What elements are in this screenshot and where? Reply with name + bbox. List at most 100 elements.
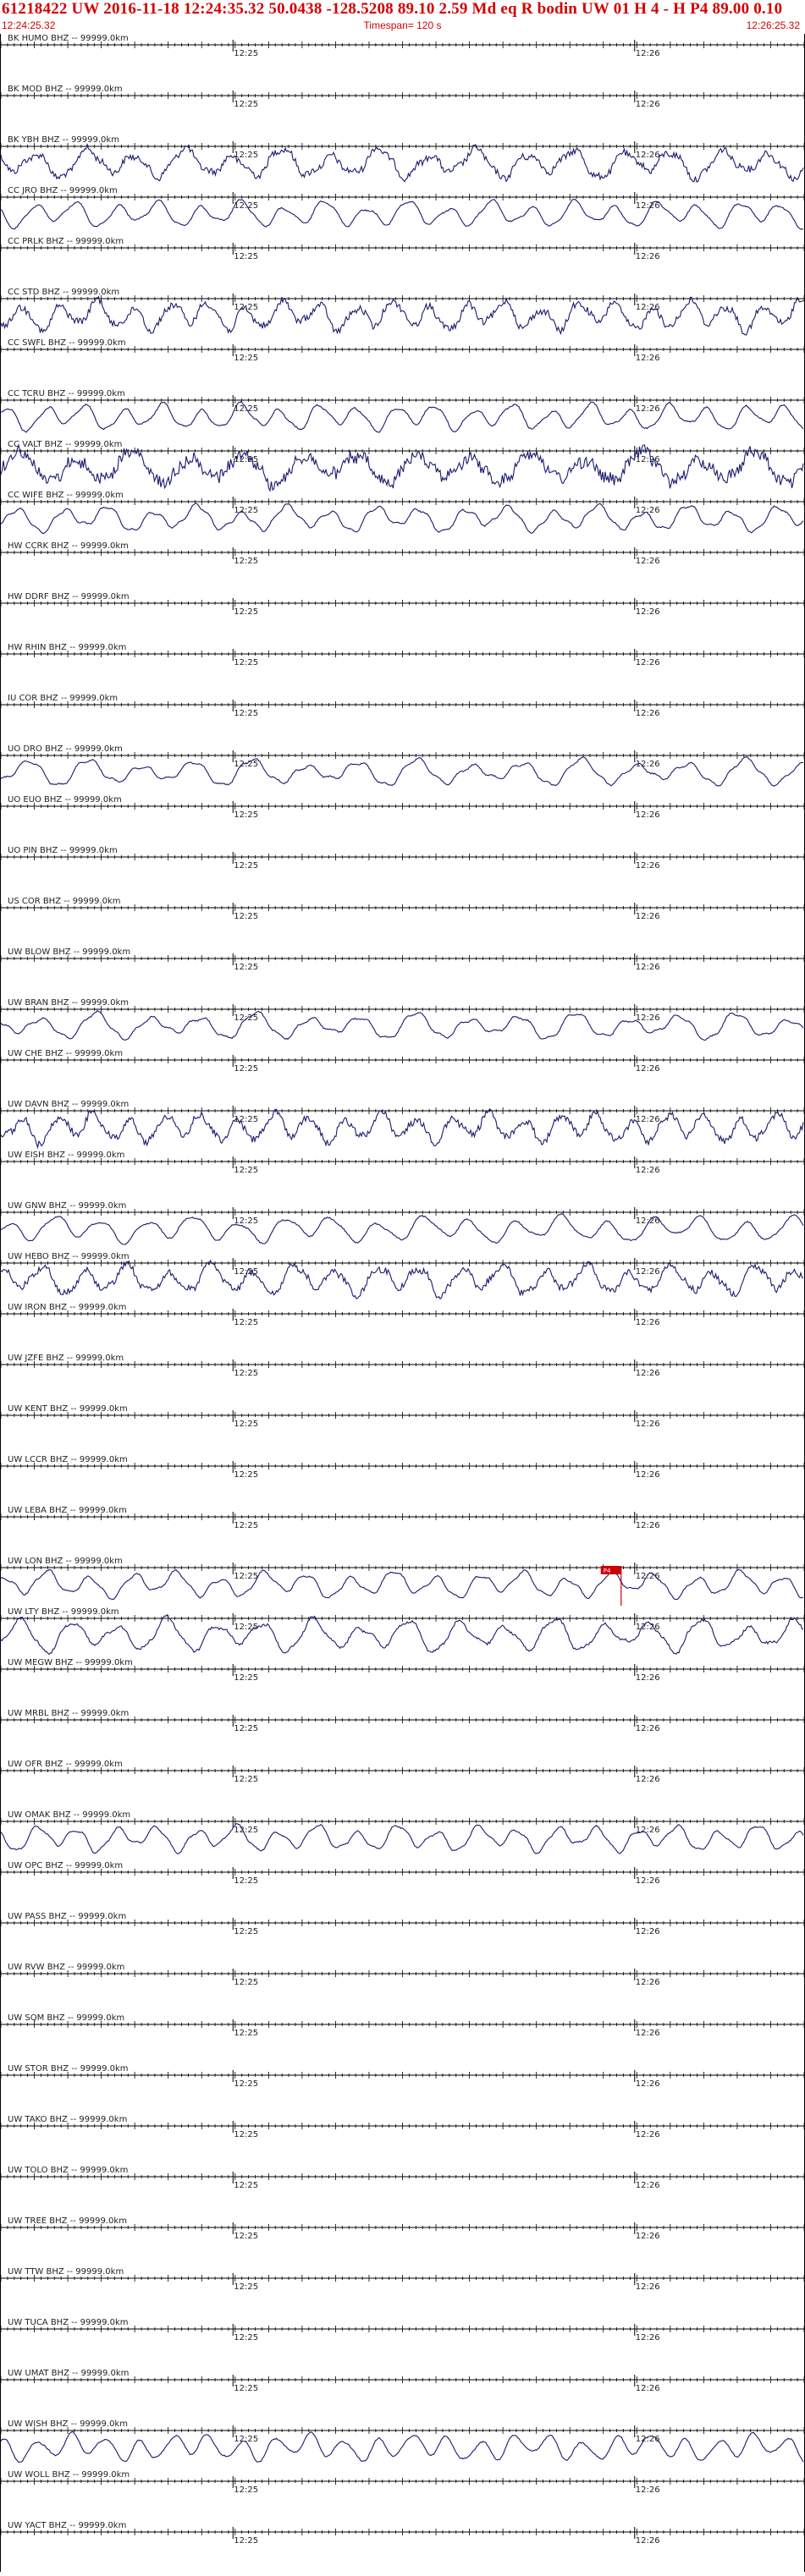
waveform-trace <box>1 402 803 433</box>
time-tick-label: 12:26 <box>636 1064 660 1074</box>
channel-label: UW GNW BHZ -- 99999.0km <box>8 1201 126 1211</box>
time-tick-label: 12:26 <box>636 861 660 871</box>
channel-row: 12:2512:26UW MRBL BHZ -- 99999.0km <box>1 1709 804 1733</box>
time-tick-label: 12:26 <box>636 963 660 972</box>
time-tick-label: 12:26 <box>636 1876 660 1886</box>
time-tick-label: 12:26 <box>636 1318 660 1327</box>
time-tick-label: 12:26 <box>636 709 660 718</box>
channel-row: 12:2512:26HW CCRK BHZ -- 99999.0km <box>1 541 804 566</box>
channel-label: UW IRON BHZ -- 99999.0km <box>8 1303 127 1312</box>
time-tick-label: 12:26 <box>636 1267 660 1277</box>
time-tick-label: 12:26 <box>636 1623 660 1632</box>
channel-row: 12:2512:26BK MOD BHZ -- 99999.0km <box>1 85 804 109</box>
time-tick-label: 12:26 <box>636 1673 660 1683</box>
waveform-trace <box>1 1261 803 1299</box>
time-tick-label: 12:26 <box>636 252 660 261</box>
time-tick-label: 12:26 <box>636 151 660 160</box>
channel-row: 12:25 12:26 UW IRON BHZ -- 99999.0km <box>1 1303 804 1327</box>
channel-label: HW DDRF BHZ -- 99999.0km <box>8 592 130 601</box>
channel-label: HW CCRK BHZ -- 99999.0km <box>8 541 129 551</box>
time-tick-label: 12:26 <box>636 1826 660 1835</box>
channel-row: 12:2512:26UO PIN BHZ -- 99999.0km <box>1 846 804 871</box>
channel-label: IU COR BHZ -- 99999.0km <box>8 694 118 703</box>
time-tick-label: 12:26 <box>636 455 660 464</box>
time-tick-label: 12:25 <box>234 1217 258 1226</box>
waveform-trace <box>1 1011 803 1041</box>
time-tick-label: 12:25 <box>234 1876 258 1886</box>
timespan-label: Timespan= 120 s <box>0 19 805 31</box>
channel-row: 12:2512:26CC PRLK BHZ -- 99999.0km <box>1 237 804 261</box>
time-tick-label: 12:25 <box>234 201 258 211</box>
channel-label: BK YBH BHZ -- 99999.0km <box>8 135 119 145</box>
waveform-trace <box>1 200 803 230</box>
time-tick-label: 12:26 <box>636 1115 660 1124</box>
time-tick-label: 12:25 <box>234 1521 258 1530</box>
time-tick-label: 12:25 <box>234 506 258 515</box>
channel-label: CC WIFE BHZ -- 99999.0km <box>8 491 124 500</box>
time-tick-label: 12:26 <box>636 49 660 58</box>
time-tick-label: 12:25 <box>234 252 258 261</box>
waveform-trace <box>1 1109 803 1147</box>
channel-row: 12:2512:26CC WIFE BHZ -- 99999.0km <box>1 491 804 534</box>
channel-label: UW HEBO BHZ -- 99999.0km <box>8 1252 130 1261</box>
time-tick-label: 12:26 <box>636 607 660 617</box>
time-tick-label: 12:26 <box>636 1420 660 1429</box>
time-tick-label: 12:26 <box>636 1927 660 1936</box>
channel-row: 12:2512:26UW LON BHZ -- 99999.0km <box>1 1557 804 1600</box>
time-tick-label: 12:25 <box>234 963 258 972</box>
channel-row: 12:2512:26UW JZFE BHZ -- 99999.0km <box>1 1354 804 1378</box>
time-tick-label: 12:26 <box>636 1521 660 1530</box>
waveform-trace <box>1 297 803 335</box>
seismogram-chart: 12:2512:26BK HUMO BHZ -- 99999.0km12:251… <box>1 34 804 2572</box>
channel-label: UW MRBL BHZ -- 99999.0km <box>8 1709 129 1718</box>
time-tick-label: 12:25 <box>234 912 258 921</box>
time-tick-label: 12:26 <box>636 912 660 921</box>
channel-row: 12:2512:26UW EISH BHZ -- 99999.0km <box>1 1151 804 1175</box>
time-tick-label: 12:25 <box>234 1318 258 1327</box>
time-tick-label: 12:26 <box>636 1013 660 1023</box>
time-tick-label: 12:25 <box>234 760 258 769</box>
time-tick-label: 12:26 <box>636 354 660 363</box>
time-tick-label: 12:25 <box>234 1775 258 1784</box>
pick-marker: P4 <box>601 1566 621 1606</box>
time-tick-label: 12:25 <box>234 1369 258 1378</box>
time-tick-label: 12:26 <box>636 100 660 109</box>
time-tick-label: 12:25 <box>234 151 258 160</box>
channel-row: 12:2512:26UW KENT BHZ -- 99999.0km <box>1 1404 804 1429</box>
channel-label: UW DAVN BHZ -- 99999.0km <box>8 1100 129 1109</box>
channel-row: 12:2512:26UW HEBO BHZ -- 99999.0km <box>1 1252 804 1299</box>
channel-label: UW LTY BHZ -- 99999.0km <box>8 1607 119 1617</box>
waveform-trace <box>1 1569 803 1599</box>
time-tick-label: 12:26 <box>636 1775 660 1784</box>
channel-label: CC JRO BHZ -- 99999.0km <box>8 186 118 195</box>
time-tick-label: 12:25 <box>234 354 258 363</box>
waveform-trace <box>1 757 803 787</box>
waveform-trace <box>1 1824 803 1854</box>
channel-row: 12:2512:26HW RHIN BHZ -- 99999.0km <box>1 643 804 667</box>
time-tick-label: 12:26 <box>636 760 660 769</box>
channel-label: UW BRAN BHZ -- 99999.0km <box>8 998 129 1008</box>
channel-row: 12:25 12:26 BK HUMO BHZ -- 99999.0km <box>1 34 804 58</box>
time-tick-label: 12:26 <box>636 303 660 312</box>
channel-row: 12:2512:26UW DAVN BHZ -- 99999.0km <box>1 1100 804 1147</box>
time-tick-label: 12:25 <box>234 1673 258 1683</box>
time-tick-label: 12:25 <box>234 1724 258 1733</box>
channel-row: 12:2512:26UW LCCR BHZ -- 99999.0km <box>1 1455 804 1480</box>
channel-row: 12:2512:26UW BLOW BHZ -- 99999.0km <box>1 947 804 972</box>
time-tick-label: 12:25 <box>234 861 258 871</box>
waveform-trace <box>1 1615 803 1655</box>
time-tick-label: 12:26 <box>636 404 660 414</box>
channel-label: US COR BHZ -- 99999.0km <box>8 897 121 906</box>
channel-label: CC TCRU BHZ -- 99999.0km <box>8 389 125 398</box>
channel-row: 12:2512:26UW OMAK BHZ -- 99999.0km <box>1 1810 804 1854</box>
channel-row: 12:25 12:26 HW DDRF BHZ -- 99999.0km <box>1 592 804 617</box>
time-tick-label: 12:25 <box>234 607 258 617</box>
waveform-trace <box>1 1214 803 1244</box>
time-tick-label: 12:26 <box>636 1470 660 1480</box>
channel-label: BK HUMO BHZ -- 99999.0km <box>8 34 129 43</box>
time-tick-label: 12:25 <box>234 49 258 58</box>
time-tick-label: 12:25 <box>234 1572 258 1581</box>
time-tick-label: 12:26 <box>636 810 660 820</box>
channel-row: 12:25 12:26 US COR BHZ -- 99999.0km <box>1 897 804 921</box>
channel-row: 12:2512:26UO EUO BHZ -- 99999.0km <box>1 795 804 820</box>
